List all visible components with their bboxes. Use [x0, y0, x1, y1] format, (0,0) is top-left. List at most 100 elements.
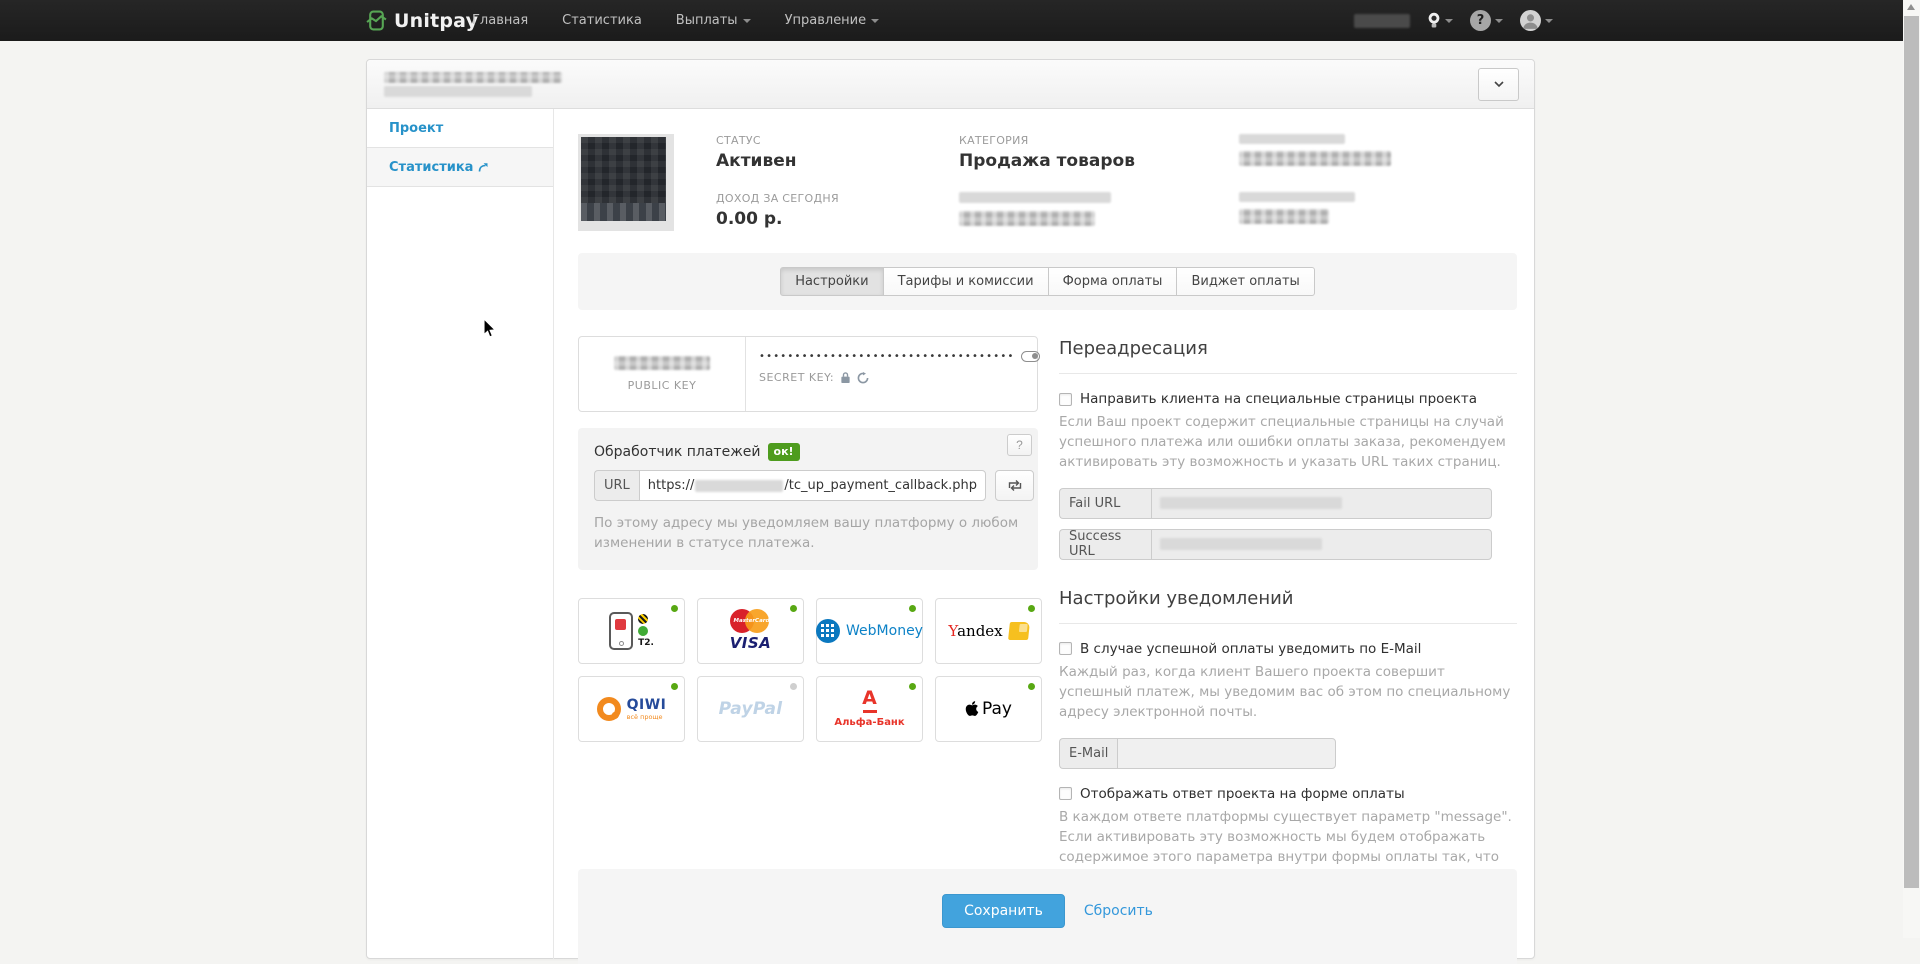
email-notify-checkbox[interactable]: [1059, 642, 1072, 655]
payment-status-dot: [671, 683, 678, 690]
success-url-redacted: [1160, 538, 1322, 550]
lock-icon[interactable]: [840, 371, 851, 384]
lightbulb-icon: [1427, 11, 1441, 30]
payment-status-dot: [909, 683, 916, 690]
public-key-redacted: [614, 356, 710, 370]
payment-tile-visa-mastercard[interactable]: MasterCard VISA: [697, 598, 804, 664]
redirect-help-text: Если Ваш проект содержит специальные стр…: [1059, 413, 1517, 473]
project-thumbnail: [578, 134, 674, 231]
payment-status-dot: [909, 605, 916, 612]
chevron-down-icon: [1495, 19, 1503, 23]
nav-item-main[interactable]: Главная: [472, 13, 528, 28]
show-message-checkbox-row[interactable]: Отображать ответ проекта на форме оплаты: [1059, 786, 1517, 802]
nav-item-statistics[interactable]: Статистика: [562, 13, 642, 28]
qiwi-logo: QIWI всё проще: [597, 697, 667, 721]
sidebar-item-statistics[interactable]: Статистика: [367, 148, 553, 187]
notifications-menu[interactable]: [1427, 11, 1453, 30]
tab-settings[interactable]: Настройки: [780, 267, 883, 296]
nav-menu: Главная Статистика Выплаты Управление: [472, 0, 879, 41]
payment-tile-apple-pay[interactable]: Pay: [935, 676, 1042, 742]
tab-tariffs[interactable]: Тарифы и комиссии: [883, 267, 1049, 296]
reveal-secret-toggle-icon[interactable]: [1021, 351, 1040, 362]
brand-name: Unitpay: [394, 10, 478, 32]
income-label: ДОХОД ЗА СЕГОДНЯ: [716, 192, 959, 205]
email-field-input[interactable]: [1117, 738, 1336, 769]
regenerate-key-icon[interactable]: [857, 372, 869, 384]
handler-help-text: По этому адресу мы уведомляем вашу платф…: [594, 513, 1022, 554]
tab-payment-widget[interactable]: Виджет оплаты: [1176, 267, 1314, 296]
show-message-checkbox[interactable]: [1059, 787, 1072, 800]
handler-title: Обработчик платежей: [594, 444, 761, 460]
card-sidebar: Проект Статистика: [367, 109, 554, 959]
settings-tabs-strip: Настройки Тарифы и комиссии Форма оплаты…: [578, 253, 1517, 310]
fail-url-input[interactable]: [1151, 488, 1492, 519]
avatar: [1520, 10, 1541, 31]
tab-payment-form[interactable]: Форма оплаты: [1048, 267, 1178, 296]
payment-tile-webmoney[interactable]: WebMoney: [816, 598, 923, 664]
account-menu[interactable]: [1520, 10, 1553, 31]
payment-handler-panel: ? Обработчик платежей ок! URL https://: [578, 428, 1038, 570]
chevron-down-icon: [1494, 81, 1504, 88]
show-message-checkbox-label: Отображать ответ проекта на форме оплаты: [1080, 786, 1405, 802]
redacted-value: [1239, 209, 1329, 224]
sidebar-item-project[interactable]: Проект: [367, 109, 553, 148]
url-domain-redacted: [695, 480, 783, 492]
top-navbar: Unitpay Главная Статистика Выплаты Управ…: [0, 0, 1903, 41]
category-value: Продажа товаров: [959, 151, 1239, 171]
redacted-line: [959, 211, 1095, 226]
webmoney-logo: WebMoney: [816, 619, 923, 643]
help-menu[interactable]: ?: [1470, 10, 1503, 31]
nav-item-payouts[interactable]: Выплаты: [676, 13, 751, 28]
payment-tile-yandex-money[interactable]: Yandex: [935, 598, 1042, 664]
scrollbar-thumb[interactable]: [1904, 16, 1919, 888]
redirect-checkbox[interactable]: [1059, 393, 1072, 406]
payment-tile-paypal[interactable]: PayPal: [697, 676, 804, 742]
status-label: СТАТУС: [716, 134, 959, 147]
unitpay-logo[interactable]: Unitpay: [366, 0, 478, 41]
yandex-money-logo: Yandex: [948, 622, 1028, 640]
nav-item-management[interactable]: Управление: [785, 13, 880, 28]
redirect-checkbox-row[interactable]: Направить клиента на специальные страниц…: [1059, 391, 1517, 407]
settings-left-column: PUBLIC KEY •••••••••••••••••••••••••••••…: [578, 336, 1038, 903]
payment-tile-mobile[interactable]: T2.: [578, 598, 685, 664]
reset-link[interactable]: Сбросить: [1084, 894, 1153, 928]
email-notify-checkbox-label: В случае успешной оплаты уведомить по E-…: [1080, 641, 1421, 657]
secret-key-masked: ••••••••••••••••••••••••••••••••••••: [759, 351, 1015, 362]
project-subtitle-redacted: [384, 86, 532, 97]
save-button[interactable]: Сохранить: [942, 894, 1065, 928]
project-card-header: [367, 60, 1534, 109]
retest-handler-button[interactable]: [995, 470, 1034, 501]
payment-tile-qiwi[interactable]: QIWI всё проще: [578, 676, 685, 742]
success-url-input[interactable]: [1151, 529, 1492, 560]
apple-icon: [965, 700, 979, 717]
form-footer: Сохранить Сбросить: [578, 869, 1517, 964]
payment-status-dot: [1028, 605, 1035, 612]
mobile-payment-logo: T2.: [609, 612, 654, 650]
page-scrollbar[interactable]: [1903, 0, 1920, 938]
unitpay-logo-icon: [366, 10, 387, 31]
income-value: 0.00 р.: [716, 209, 959, 229]
url-addon-label: URL: [594, 470, 639, 501]
fail-url-label: Fail URL: [1059, 488, 1151, 519]
category-label: КАТЕГОРИЯ: [959, 134, 1239, 147]
payment-methods-grid: T2. MasterCard VISA: [578, 598, 1038, 742]
nav-right-group: ?: [1354, 0, 1553, 41]
alfa-bank-logo: А Альфа-Банк: [834, 689, 904, 728]
handler-help-button[interactable]: ?: [1007, 434, 1032, 456]
payment-tile-alfa-bank[interactable]: А Альфа-Банк: [816, 676, 923, 742]
callback-url-input[interactable]: https:// /tc_up_payment_callback.php: [639, 470, 986, 501]
success-url-group: Success URL: [1059, 529, 1492, 560]
project-card: Проект Статистика СТАТУС Активе: [366, 59, 1535, 959]
chevron-down-icon: [1445, 19, 1453, 23]
redacted-value: [1239, 151, 1391, 166]
api-keys-panel: PUBLIC KEY •••••••••••••••••••••••••••••…: [578, 336, 1038, 412]
email-notify-checkbox-row[interactable]: В случае успешной оплаты уведомить по E-…: [1059, 641, 1517, 657]
paypal-logo: PayPal: [719, 699, 783, 719]
project-actions-dropdown-button[interactable]: [1478, 68, 1519, 101]
redacted-label: [1239, 134, 1345, 144]
email-field-label: E-Mail: [1059, 738, 1117, 769]
fail-url-redacted: [1160, 497, 1342, 509]
card-main: СТАТУС Активен ДОХОД ЗА СЕГОДНЯ 0.00 р. …: [554, 109, 1534, 959]
secret-key-label: SECRET KEY:: [759, 371, 834, 384]
scroll-up-arrow[interactable]: [1907, 4, 1915, 10]
